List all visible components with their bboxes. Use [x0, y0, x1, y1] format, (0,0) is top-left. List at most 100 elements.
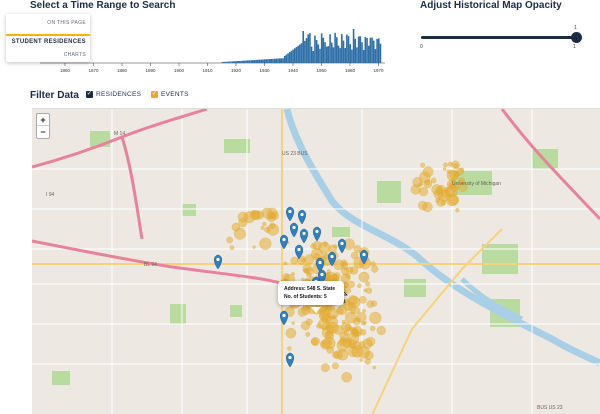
map-canvas[interactable]: University of Michigan US 23 BUS BL 94 I…: [32, 109, 600, 414]
event-marker[interactable]: [356, 312, 367, 323]
event-marker[interactable]: [344, 311, 357, 324]
map[interactable]: University of Michigan US 23 BUS BL 94 I…: [32, 108, 600, 414]
event-marker[interactable]: [320, 363, 330, 373]
event-marker[interactable]: [365, 281, 371, 287]
residence-pin-icon[interactable]: [290, 222, 298, 238]
zoom-out-button[interactable]: −: [37, 126, 49, 138]
hist-bar: [359, 36, 362, 63]
residence-pin-icon[interactable]: [214, 254, 222, 270]
event-marker[interactable]: [372, 365, 377, 370]
event-marker[interactable]: [259, 237, 272, 250]
residence-pin-icon[interactable]: [298, 209, 306, 225]
event-marker[interactable]: [338, 338, 347, 347]
event-marker[interactable]: [305, 331, 311, 337]
event-marker[interactable]: [431, 184, 443, 195]
event-marker[interactable]: [237, 211, 249, 223]
event-marker[interactable]: [362, 308, 366, 313]
label-university: University of Michigan: [452, 181, 501, 187]
events-checkbox[interactable]: ✓: [151, 91, 158, 98]
event-marker[interactable]: [357, 283, 362, 288]
event-marker[interactable]: [358, 271, 370, 283]
event-marker[interactable]: [285, 327, 297, 339]
event-marker[interactable]: [357, 346, 371, 359]
event-marker[interactable]: [339, 331, 348, 340]
event-marker[interactable]: [340, 259, 348, 267]
event-marker[interactable]: [326, 345, 334, 354]
hist-bar: [257, 59, 259, 63]
event-marker[interactable]: [229, 245, 235, 251]
event-marker[interactable]: [366, 336, 376, 347]
event-marker[interactable]: [300, 321, 311, 331]
event-marker[interactable]: [252, 245, 256, 249]
event-marker[interactable]: [454, 172, 460, 177]
event-marker[interactable]: [348, 280, 356, 288]
event-marker[interactable]: [291, 321, 295, 325]
event-marker[interactable]: [359, 295, 367, 304]
event-marker[interactable]: [366, 300, 375, 308]
hist-bar: [344, 48, 346, 63]
event-marker[interactable]: [322, 241, 328, 247]
event-marker[interactable]: [420, 162, 426, 168]
event-marker[interactable]: [283, 261, 288, 266]
event-marker[interactable]: [303, 267, 309, 274]
slider-handle[interactable]: [571, 32, 582, 43]
event-marker[interactable]: [455, 208, 460, 213]
event-marker[interactable]: [371, 265, 379, 273]
event-marker[interactable]: [262, 221, 267, 227]
event-marker[interactable]: [424, 179, 431, 186]
event-marker[interactable]: [290, 256, 299, 265]
event-marker[interactable]: [359, 328, 367, 336]
event-marker[interactable]: [297, 307, 307, 317]
event-marker[interactable]: [260, 225, 265, 230]
event-marker[interactable]: [291, 271, 295, 276]
event-marker[interactable]: [364, 358, 371, 365]
event-marker[interactable]: [447, 161, 453, 167]
event-marker[interactable]: [347, 302, 357, 312]
event-marker[interactable]: [231, 222, 241, 232]
event-marker[interactable]: [359, 358, 363, 362]
residence-pin-icon[interactable]: [286, 206, 294, 222]
event-marker[interactable]: [370, 325, 376, 332]
residence-pin-icon[interactable]: [300, 228, 308, 244]
slider-track[interactable]: [421, 36, 577, 39]
time-histogram[interactable]: 1860 1870 1880 1890 1900 1910 1920 1930 1940 1950…: [40, 16, 390, 76]
event-marker[interactable]: [316, 323, 322, 329]
event-marker[interactable]: [331, 362, 339, 370]
event-marker[interactable]: [376, 325, 386, 336]
event-marker[interactable]: [435, 198, 440, 203]
event-marker[interactable]: [323, 253, 329, 259]
residence-pin-icon[interactable]: [286, 352, 294, 368]
nav-charts[interactable]: CHARTS: [6, 52, 90, 58]
event-marker[interactable]: [313, 252, 320, 260]
event-marker[interactable]: [261, 207, 273, 219]
zoom-control[interactable]: + −: [36, 113, 50, 139]
residences-checkbox[interactable]: ✓: [86, 91, 93, 98]
events-filter[interactable]: ✓ EVENTS: [151, 91, 189, 98]
event-marker[interactable]: [443, 162, 448, 168]
opacity-slider[interactable]: 0 1 1: [418, 24, 582, 54]
residence-pin-icon[interactable]: [338, 238, 346, 254]
event-marker[interactable]: [418, 200, 428, 211]
event-marker[interactable]: [332, 273, 338, 279]
event-marker[interactable]: [226, 236, 234, 244]
event-marker[interactable]: [287, 346, 292, 351]
residence-pin-icon[interactable]: [313, 226, 321, 242]
event-marker[interactable]: [363, 288, 368, 293]
hist-bar: [335, 37, 338, 63]
event-marker[interactable]: [369, 311, 382, 325]
event-marker[interactable]: [340, 267, 349, 275]
event-marker[interactable]: [418, 182, 423, 187]
event-marker[interactable]: [266, 223, 279, 236]
event-marker[interactable]: [341, 371, 353, 383]
event-marker[interactable]: [442, 167, 447, 171]
event-marker[interactable]: [311, 338, 319, 346]
event-marker[interactable]: [418, 187, 429, 197]
zoom-in-button[interactable]: +: [37, 114, 49, 126]
event-marker[interactable]: [333, 350, 343, 360]
event-marker[interactable]: [453, 163, 459, 169]
event-marker[interactable]: [331, 315, 336, 320]
nav-student-residences[interactable]: STUDENT RESIDENCES: [6, 34, 90, 45]
event-marker[interactable]: [249, 210, 260, 220]
hist-bar: [369, 37, 372, 63]
residences-filter[interactable]: ✓ RESIDENCES: [86, 91, 141, 98]
